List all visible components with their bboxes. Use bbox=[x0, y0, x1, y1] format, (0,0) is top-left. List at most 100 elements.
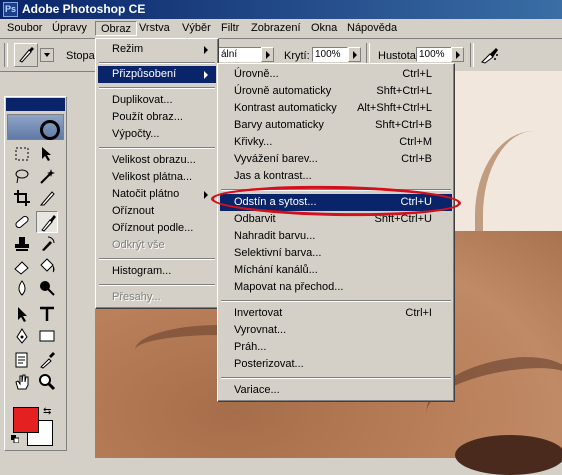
menu-item-vypocty[interactable]: Výpočty... bbox=[98, 126, 216, 143]
menu-item-krivky[interactable]: Křivky... Ctrl+M bbox=[220, 134, 452, 151]
menu-separator bbox=[99, 87, 215, 89]
menu-soubor[interactable]: Soubor bbox=[2, 21, 47, 36]
menu-item-urovne-automaticky[interactable]: Úrovně automaticky Shft+Ctrl+L bbox=[220, 83, 452, 100]
menu-item-posterizovat[interactable]: Posterizovat... bbox=[220, 356, 452, 373]
airbrush-icon[interactable] bbox=[480, 46, 500, 64]
photo-hair bbox=[475, 131, 562, 231]
menu-item-vyvazeni-barev[interactable]: Vyvážení barev... Ctrl+B bbox=[220, 151, 452, 168]
photoshop-logo-icon: Ps bbox=[3, 2, 18, 17]
brush-icon bbox=[19, 47, 34, 63]
hand-tool-icon[interactable] bbox=[11, 371, 33, 393]
menu-item-prizpusobeni[interactable]: Přizpůsobení bbox=[98, 66, 216, 83]
rectangle-tool-icon[interactable] bbox=[36, 325, 58, 347]
menu-item-prah[interactable]: Práh... bbox=[220, 339, 452, 356]
marquee-tool-icon[interactable] bbox=[11, 143, 33, 165]
dodge-tool-icon[interactable] bbox=[36, 277, 58, 299]
submenu-arrow-icon bbox=[204, 71, 208, 79]
mode-dropdown-button[interactable] bbox=[261, 47, 274, 62]
paint-bucket-tool-icon[interactable] bbox=[36, 255, 58, 277]
options-grip bbox=[4, 43, 8, 67]
clone-stamp-tool-icon[interactable] bbox=[11, 233, 33, 255]
type-tool-icon[interactable] bbox=[36, 303, 58, 325]
blur-tool-icon[interactable] bbox=[11, 277, 33, 299]
menu-okna[interactable]: Okna bbox=[306, 21, 342, 36]
photoshop-eye-logo[interactable] bbox=[7, 114, 64, 140]
menu-bar: Soubor Úpravy Obraz Vrstva Výběr Filtr Z… bbox=[0, 19, 562, 39]
menu-item-variace[interactable]: Variace... bbox=[220, 382, 452, 399]
menu-separator bbox=[221, 189, 451, 191]
menu-item-jas-a-kontrast[interactable]: Jas a kontrast... bbox=[220, 168, 452, 185]
menu-item-odbarvit[interactable]: Odbarvit Shft+Ctrl+U bbox=[220, 211, 452, 228]
move-tool-icon[interactable] bbox=[36, 143, 58, 165]
menu-item-nahradit-barvu[interactable]: Nahradit barvu... bbox=[220, 228, 452, 245]
menu-item-michani-kanalu[interactable]: Míchání kanálů... bbox=[220, 262, 452, 279]
menu-napoveda[interactable]: Nápověda bbox=[342, 21, 402, 36]
title-bar: Ps Adobe Photoshop CE bbox=[0, 0, 562, 19]
menu-filtr[interactable]: Filtr bbox=[216, 21, 244, 36]
brush-tool-icon[interactable] bbox=[36, 211, 58, 233]
menu-separator bbox=[221, 377, 451, 379]
window-title: Adobe Photoshop CE bbox=[22, 2, 146, 16]
menu-item-kontrast-automaticky[interactable]: Kontrast automaticky Alt+Shft+Ctrl+L bbox=[220, 100, 452, 117]
history-brush-tool-icon[interactable] bbox=[36, 233, 58, 255]
magic-wand-tool-icon[interactable] bbox=[36, 165, 58, 187]
stopa-label: Stopa bbox=[66, 50, 95, 62]
foreground-color-swatch[interactable] bbox=[13, 407, 39, 433]
zoom-tool-icon[interactable] bbox=[36, 371, 58, 393]
menu-zobrazeni[interactable]: Zobrazení bbox=[246, 21, 306, 36]
opacity-slider-button[interactable] bbox=[348, 47, 361, 62]
menu-item-oriznout[interactable]: Oříznout bbox=[98, 203, 216, 220]
toolbox-titlebar[interactable] bbox=[6, 98, 65, 111]
submenu-arrow-icon bbox=[204, 191, 208, 199]
submenu-arrow-icon bbox=[204, 46, 208, 54]
brush-preset-dropdown[interactable] bbox=[40, 48, 54, 62]
menu-item-duplikovat[interactable]: Duplikovat... bbox=[98, 92, 216, 109]
pen-tool-icon[interactable] bbox=[11, 325, 33, 347]
menu-vrstva[interactable]: Vrstva bbox=[134, 21, 175, 36]
menu-item-velikost-obrazu[interactable]: Velikost obrazu... bbox=[98, 152, 216, 169]
menu-separator bbox=[99, 258, 215, 260]
toolbox: ⇆ bbox=[4, 96, 67, 451]
options-separator-2 bbox=[470, 43, 474, 67]
brush-preset-button[interactable] bbox=[14, 43, 38, 67]
opacity-field[interactable]: 100% bbox=[312, 47, 348, 62]
path-selection-tool-icon[interactable] bbox=[11, 303, 33, 325]
menu-item-rezim[interactable]: Režim bbox=[98, 41, 216, 58]
notes-tool-icon[interactable] bbox=[11, 349, 33, 371]
menu-item-invertovat[interactable]: Invertovat Ctrl+I bbox=[220, 305, 452, 322]
menu-item-mapovat-na-prechod[interactable]: Mapovat na přechod... bbox=[220, 279, 452, 296]
default-colors-icon[interactable] bbox=[11, 435, 19, 443]
menu-item-barvy-automaticky[interactable]: Barvy automaticky Shft+Ctrl+B bbox=[220, 117, 452, 134]
eraser-tool-icon[interactable] bbox=[11, 255, 33, 277]
eyedropper-tool-icon[interactable] bbox=[36, 349, 58, 371]
menu-item-velikost-platna[interactable]: Velikost plátna... bbox=[98, 169, 216, 186]
flow-field[interactable]: 100% bbox=[416, 47, 452, 62]
menu-upravy[interactable]: Úpravy bbox=[47, 21, 92, 36]
menu-item-odstin-a-sytost[interactable]: Odstín a sytost... Ctrl+U bbox=[220, 194, 452, 211]
menu-item-oriznout-podle[interactable]: Oříznout podle... bbox=[98, 220, 216, 237]
menu-item-pouzit-obraz[interactable]: Použít obraz... bbox=[98, 109, 216, 126]
menu-obraz[interactable]: Obraz bbox=[95, 21, 137, 36]
healing-brush-tool-icon[interactable] bbox=[11, 211, 33, 233]
mode-select[interactable]: ální bbox=[218, 47, 262, 62]
menu-vyber[interactable]: Výběr bbox=[177, 21, 216, 36]
menu-item-natocit-platno[interactable]: Natočit plátno bbox=[98, 186, 216, 203]
slice-tool-icon[interactable] bbox=[36, 187, 58, 209]
lasso-tool-icon[interactable] bbox=[11, 165, 33, 187]
opacity-label: Krytí: bbox=[284, 50, 310, 62]
menu-item-selektivni-barva[interactable]: Selektivní barva... bbox=[220, 245, 452, 262]
flow-label: Hustota: bbox=[378, 50, 419, 62]
swap-colors-icon[interactable]: ⇆ bbox=[43, 406, 51, 417]
image-canvas-top[interactable] bbox=[455, 71, 562, 231]
menu-item-odkryt-vse: Odkrýt vše bbox=[112, 239, 165, 251]
menu-item-histogram[interactable]: Histogram... bbox=[98, 263, 216, 280]
menu-separator bbox=[221, 300, 451, 302]
menu-separator bbox=[99, 147, 215, 149]
obraz-menu: Režim Přizpůsobení Duplikovat... Použít … bbox=[95, 38, 219, 309]
flow-slider-button[interactable] bbox=[451, 47, 464, 62]
menu-item-vyrovnat[interactable]: Vyrovnat... bbox=[220, 322, 452, 339]
menu-separator bbox=[99, 284, 215, 286]
crop-tool-icon[interactable] bbox=[11, 187, 33, 209]
prizpusobeni-submenu: Úrovně... Ctrl+L Úrovně automaticky Shft+C… bbox=[217, 63, 455, 402]
menu-item-urovne[interactable]: Úrovně... Ctrl+L bbox=[220, 66, 452, 83]
